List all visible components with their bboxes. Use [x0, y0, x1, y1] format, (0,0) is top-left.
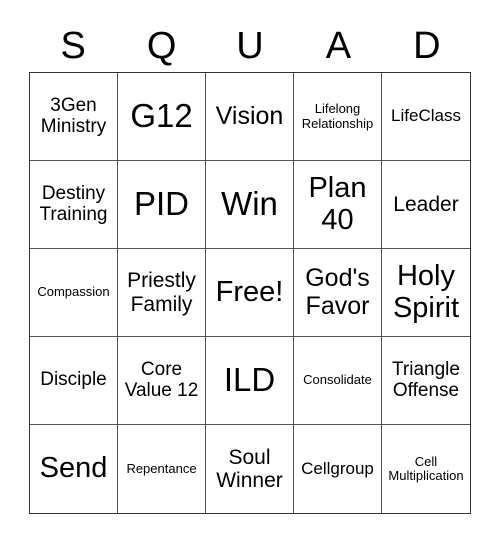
bingo-cell[interactable]: PID	[118, 161, 206, 249]
header-letter-u: U	[236, 25, 264, 67]
header-letter-a: A	[325, 25, 352, 67]
bingo-cell[interactable]: Repentance	[118, 425, 206, 513]
bingo-header: S Q U A D	[29, 22, 471, 70]
free-space-cell[interactable]: Free!	[206, 249, 294, 337]
bingo-cell[interactable]: Triangle Offense	[382, 337, 470, 425]
bingo-cell[interactable]: Send	[30, 425, 118, 513]
bingo-cell[interactable]: Consolidate	[294, 337, 382, 425]
bingo-cell[interactable]: Leader	[382, 161, 470, 249]
bingo-cell[interactable]: Soul Winner	[206, 425, 294, 513]
bingo-cell[interactable]: Vision	[206, 73, 294, 161]
bingo-grid: 3Gen Ministry G12 Vision Lifelong Relati…	[29, 72, 471, 514]
bingo-cell[interactable]: God's Favor	[294, 249, 382, 337]
bingo-cell[interactable]: ILD	[206, 337, 294, 425]
bingo-cell[interactable]: G12	[118, 73, 206, 161]
bingo-cell[interactable]: Disciple	[30, 337, 118, 425]
bingo-cell[interactable]: Win	[206, 161, 294, 249]
header-letter-s: S	[60, 25, 86, 67]
bingo-cell[interactable]: Lifelong Relationship	[294, 73, 382, 161]
bingo-cell[interactable]: Holy Spirit	[382, 249, 470, 337]
bingo-cell[interactable]: Cell Multiplication	[382, 425, 470, 513]
bingo-cell[interactable]: 3Gen Ministry	[30, 73, 118, 161]
bingo-cell[interactable]: Cellgroup	[294, 425, 382, 513]
bingo-cell[interactable]: Compassion	[30, 249, 118, 337]
header-letter-q: Q	[146, 25, 177, 67]
bingo-cell[interactable]: Core Value 12	[118, 337, 206, 425]
header-letter-d: D	[413, 25, 441, 67]
bingo-cell[interactable]: LifeClass	[382, 73, 470, 161]
bingo-cell[interactable]: Priestly Family	[118, 249, 206, 337]
bingo-cell[interactable]: Destiny Training	[30, 161, 118, 249]
bingo-cell[interactable]: Plan 40	[294, 161, 382, 249]
